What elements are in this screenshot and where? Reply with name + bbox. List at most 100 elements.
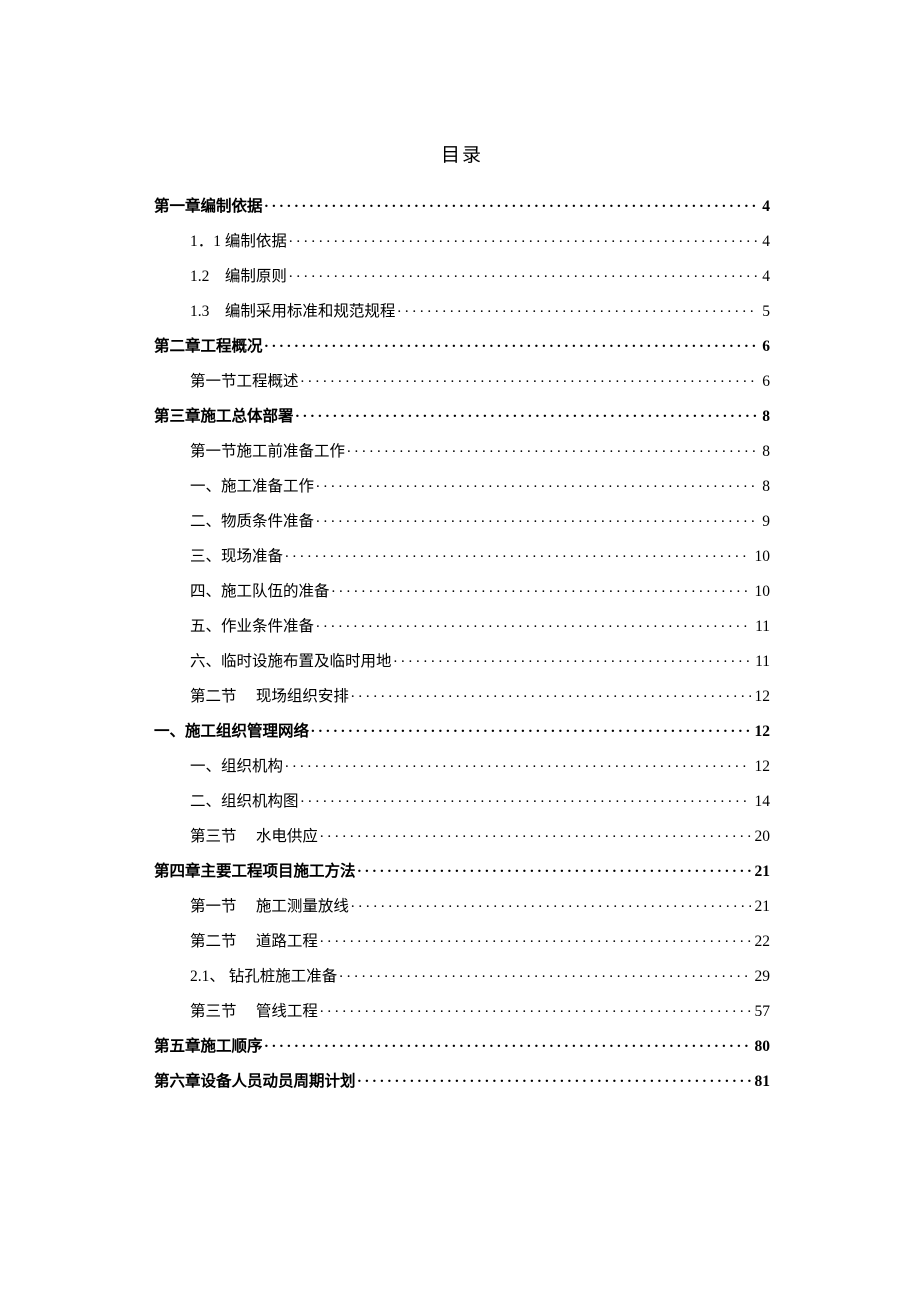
- toc-entry: 第一节 施工测量放线 21: [154, 895, 770, 930]
- toc-entry: 第一章编制依据 4: [154, 195, 770, 230]
- toc-entry-page: 8: [762, 409, 770, 425]
- toc-entry-page: 8: [762, 479, 770, 495]
- toc-leader: [394, 650, 752, 666]
- toc-entry-label: 第一节工程概述: [190, 374, 299, 390]
- toc-entry: 六、临时设施布置及临时用地 11: [154, 650, 770, 685]
- toc-entry-label: 五、作业条件准备: [190, 619, 314, 635]
- toc-entry: 三、现场准备 10: [154, 545, 770, 580]
- toc-leader: [347, 440, 758, 456]
- toc-leader: [316, 475, 758, 491]
- toc-entry-label: 第四章主要工程项目施工方法: [154, 864, 356, 880]
- toc-leader: [285, 545, 750, 561]
- toc-entry-page: 12: [755, 689, 771, 705]
- toc-entry: 第一节施工前准备工作 8: [154, 440, 770, 475]
- toc-leader: [397, 300, 758, 316]
- toc-entry: 第二节 现场组织安排 12: [154, 685, 770, 720]
- toc-entry-label: 第五章施工顺序: [154, 1039, 263, 1055]
- toc-entry-page: 22: [755, 934, 771, 950]
- toc-entry-page: 12: [755, 724, 771, 740]
- toc-entry: 五、作业条件准备 11: [154, 615, 770, 650]
- toc-entry-page: 21: [755, 899, 771, 915]
- toc-entry: 一、施工准备工作 8: [154, 475, 770, 510]
- toc-entry-label: 第二节 现场组织安排: [190, 689, 349, 705]
- toc-leader: [285, 755, 750, 771]
- toc-entry-label: 1.3 编制采用标准和规范规程: [190, 304, 395, 320]
- toc-entry-label: 1.2 编制原则: [190, 269, 287, 285]
- toc-leader: [351, 895, 751, 911]
- toc-entry-page: 10: [755, 549, 771, 565]
- toc-entry-label: 第三节 水电供应: [190, 829, 318, 845]
- toc-leader: [320, 1000, 751, 1016]
- toc-entry-page: 4: [762, 234, 770, 250]
- toc-entry-label: 第三章施工总体部署: [154, 409, 294, 425]
- toc-entry-page: 4: [762, 199, 770, 215]
- toc-entry-page: 12: [755, 759, 771, 775]
- toc-leader: [351, 685, 751, 701]
- toc-entry-page: 14: [755, 794, 771, 810]
- toc-leader: [320, 930, 751, 946]
- toc-entry: 1．1 编制依据 4: [154, 230, 770, 265]
- toc-entry: 第四章主要工程项目施工方法 21: [154, 860, 770, 895]
- toc-entry-page: 10: [755, 584, 771, 600]
- toc-entry: 1.2 编制原则 4: [154, 265, 770, 300]
- toc-entry: 二、物质条件准备 9: [154, 510, 770, 545]
- toc-leader: [316, 510, 758, 526]
- toc-entry: 第二章工程概况 6: [154, 335, 770, 370]
- toc-entry-label: 2.1、 钻孔桩施工准备: [190, 969, 337, 985]
- toc-leader: [301, 370, 759, 386]
- toc-entry-page: 11: [755, 654, 770, 670]
- toc-entry-page: 29: [755, 969, 771, 985]
- toc-entry-label: 第二章工程概况: [154, 339, 263, 355]
- toc-entry: 一、施工组织管理网络 12: [154, 720, 770, 755]
- toc-entry-label: 第一节施工前准备工作: [190, 444, 345, 460]
- toc-entry-page: 6: [762, 374, 770, 390]
- toc-leader: [332, 580, 751, 596]
- toc-entry: 2.1、 钻孔桩施工准备 29: [154, 965, 770, 1000]
- toc-entry-label: 第六章设备人员动员周期计划: [154, 1074, 356, 1090]
- toc-entry-page: 6: [762, 339, 770, 355]
- toc-entry: 二、组织机构图 14: [154, 790, 770, 825]
- document-page: 目录 第一章编制依据 4 1．1 编制依据 4 1.2 编制原则 4 1.3 编制采用标准和…: [0, 0, 920, 1301]
- toc-entry-page: 21: [755, 864, 771, 880]
- toc-leader: [358, 1070, 751, 1086]
- toc-entry: 一、组织机构12: [154, 755, 770, 790]
- table-of-contents: 第一章编制依据 4 1．1 编制依据 4 1.2 编制原则 4 1.3 编制采用标准和规范规…: [154, 195, 770, 1105]
- toc-entry: 第二节 道路工程 22: [154, 930, 770, 965]
- toc-entry: 1.3 编制采用标准和规范规程5: [154, 300, 770, 335]
- toc-entry-label: 六、临时设施布置及临时用地: [190, 654, 392, 670]
- toc-entry-label: 二、组织机构图: [190, 794, 299, 810]
- toc-entry: 第三节 管线工程57: [154, 1000, 770, 1035]
- toc-entry-page: 11: [755, 619, 770, 635]
- toc-entry-page: 4: [762, 269, 770, 285]
- toc-entry-page: 80: [755, 1039, 771, 1055]
- toc-entry-label: 第一节 施工测量放线: [190, 899, 349, 915]
- toc-entry-label: 第一章编制依据: [154, 199, 263, 215]
- toc-entry-page: 81: [755, 1074, 771, 1090]
- toc-leader: [265, 1035, 751, 1051]
- toc-entry-label: 一、施工组织管理网络: [154, 724, 309, 740]
- toc-leader: [296, 405, 759, 421]
- toc-entry-label: 四、施工队伍的准备: [190, 584, 330, 600]
- toc-entry: 第六章设备人员动员周期计划 81: [154, 1070, 770, 1105]
- page-title: 目录: [154, 140, 770, 167]
- toc-entry: 第三章施工总体部署 8: [154, 405, 770, 440]
- toc-entry-label: 第二节 道路工程: [190, 934, 318, 950]
- toc-entry-label: 1．1 编制依据: [190, 234, 287, 250]
- toc-leader: [289, 230, 758, 246]
- toc-leader: [339, 965, 750, 981]
- toc-entry-label: 第三节 管线工程: [190, 1004, 318, 1020]
- toc-entry-label: 一、施工准备工作: [190, 479, 314, 495]
- toc-entry-page: 8: [762, 444, 770, 460]
- toc-entry: 第三节 水电供应 20: [154, 825, 770, 860]
- toc-leader: [320, 825, 751, 841]
- toc-entry-page: 20: [755, 829, 771, 845]
- toc-entry-label: 三、现场准备: [190, 549, 283, 565]
- toc-entry-label: 二、物质条件准备: [190, 514, 314, 530]
- toc-leader: [316, 615, 751, 631]
- toc-entry-page: 9: [762, 514, 770, 530]
- toc-entry: 四、施工队伍的准备 10: [154, 580, 770, 615]
- toc-leader: [265, 195, 759, 211]
- toc-leader: [289, 265, 758, 281]
- toc-leader: [301, 790, 751, 806]
- toc-leader: [358, 860, 751, 876]
